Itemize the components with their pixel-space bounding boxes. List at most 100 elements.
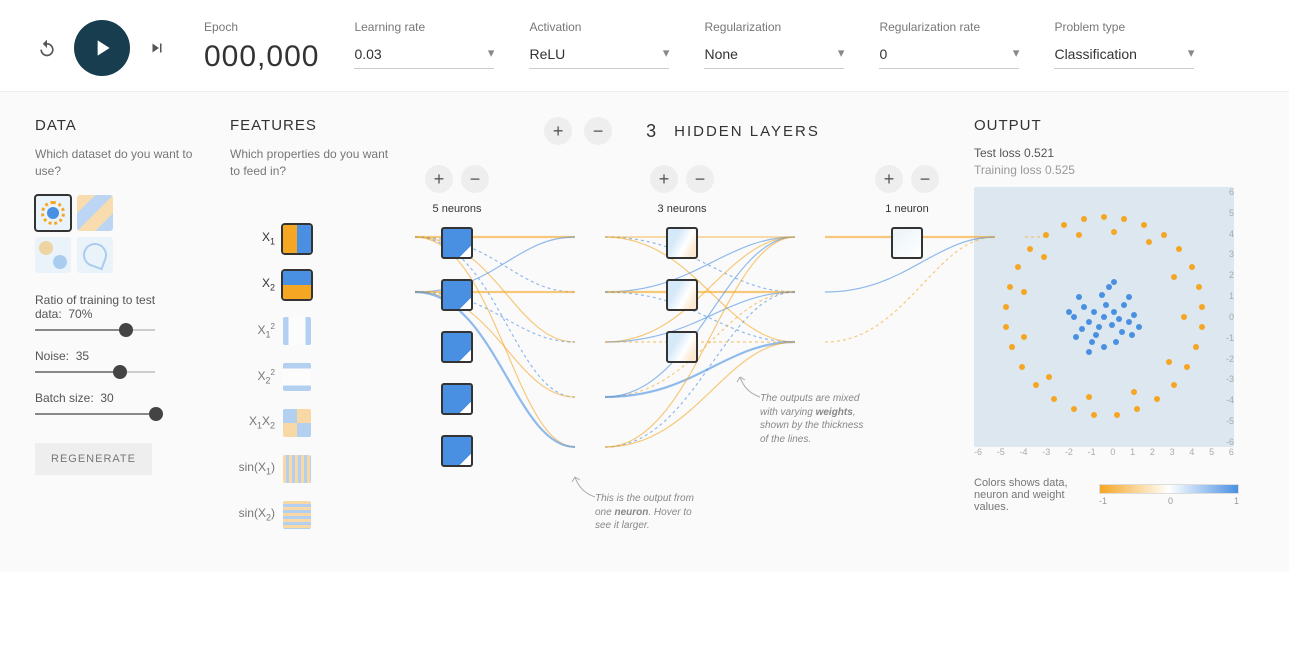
top-controls: Epoch 000,000 Learning rate 0.03 ▾ Activ…	[0, 0, 1289, 92]
activation-select[interactable]: ReLU ▾	[529, 40, 669, 69]
neuron[interactable]	[441, 435, 473, 467]
problem-type-select[interactable]: Classification ▾	[1054, 40, 1194, 69]
test-loss: Test loss 0.521	[974, 146, 1254, 160]
scatter-points	[974, 187, 1234, 447]
remove-neuron-button[interactable]: −	[911, 165, 939, 193]
legend-text: Colors shows data, neuron and weight val…	[974, 477, 1084, 513]
step-icon[interactable]	[145, 36, 169, 60]
feature-thumb-sinx2[interactable]	[283, 501, 311, 529]
add-neuron-button[interactable]: +	[650, 165, 678, 193]
feature-x1sq: X12	[230, 317, 390, 345]
regenerate-button[interactable]: REGENERATE	[35, 443, 152, 475]
ratio-label: Ratio of training to test data: 70%	[35, 293, 205, 321]
gradient-bar	[1099, 484, 1239, 494]
output-panel: OUTPUT Test loss 0.521 Training loss 0.5…	[974, 117, 1254, 547]
main-content: DATA Which dataset do you want to use? R…	[0, 92, 1289, 572]
batch-label: Batch size: 30	[35, 391, 205, 405]
feature-x2sq: X22	[230, 363, 390, 391]
reg-rate-select[interactable]: 0 ▾	[879, 40, 1019, 69]
epoch-label: Epoch	[204, 20, 319, 34]
slider-thumb[interactable]	[119, 323, 133, 337]
network-header: + − 3 HIDDEN LAYERS	[415, 117, 949, 145]
layer-1: + − 5 neurons	[425, 165, 489, 487]
network-panel: + − 3 HIDDEN LAYERS	[415, 117, 949, 547]
remove-neuron-button[interactable]: −	[461, 165, 489, 193]
batch-slider[interactable]	[35, 413, 155, 415]
learning-rate-select[interactable]: 0.03 ▾	[354, 40, 494, 69]
layer-3: + − 1 neuron	[875, 165, 939, 487]
train-loss: Training loss 0.525	[974, 163, 1254, 177]
remove-layer-button[interactable]: −	[584, 117, 612, 145]
epoch-display: Epoch 000,000	[204, 20, 319, 74]
neuron[interactable]	[666, 227, 698, 259]
feat-label: X12	[230, 322, 275, 339]
problem-type-control: Problem type Classification ▾	[1054, 20, 1194, 69]
add-neuron-button[interactable]: +	[425, 165, 453, 193]
reg-label: Regularization	[704, 20, 844, 34]
output-heatmap[interactable]: 6543210-1-2-3-4-5-6 -6-5-4-3-2-10123456	[974, 187, 1234, 447]
features-desc: Which properties do you want to feed in?	[230, 146, 390, 180]
add-neuron-button[interactable]: +	[875, 165, 903, 193]
neuron[interactable]	[441, 383, 473, 415]
neuron[interactable]	[891, 227, 923, 259]
add-layer-button[interactable]: +	[544, 117, 572, 145]
neuron[interactable]	[441, 331, 473, 363]
noise-label: Noise: 35	[35, 349, 205, 363]
neuron[interactable]	[666, 331, 698, 363]
slider-thumb[interactable]	[113, 365, 127, 379]
regularization-select[interactable]: None ▾	[704, 40, 844, 69]
play-button[interactable]	[74, 20, 130, 76]
reset-icon[interactable]	[35, 36, 59, 60]
dataset-xor[interactable]	[77, 195, 113, 231]
dataset-gaussian[interactable]	[35, 237, 71, 273]
feature-thumb-x2sq[interactable]	[283, 363, 311, 391]
ratio-slider[interactable]	[35, 329, 155, 331]
neuron[interactable]	[441, 279, 473, 311]
ratio-slider-group: Ratio of training to test data: 70%	[35, 293, 205, 331]
layer-2: + − 3 neurons	[650, 165, 714, 487]
playback-controls	[35, 20, 169, 76]
x-axis: -6-5-4-3-2-10123456	[974, 447, 1234, 457]
feature-thumb-x2[interactable]	[283, 271, 311, 299]
activation-label: Activation	[529, 20, 669, 34]
neuron-count: 5 neurons	[433, 203, 482, 215]
reg-rate-label: Regularization rate	[879, 20, 1019, 34]
features-panel: FEATURES Which properties do you want to…	[230, 117, 390, 547]
output-title: OUTPUT	[974, 117, 1254, 134]
epoch-value: 000,000	[204, 40, 319, 74]
feature-thumb-x1sq[interactable]	[283, 317, 311, 345]
feature-thumb-sinx1[interactable]	[283, 455, 311, 483]
activation-control: Activation ReLU ▾	[529, 20, 669, 69]
feature-thumb-x1[interactable]	[283, 225, 311, 253]
feat-label: X1X2	[230, 414, 275, 430]
feat-label: X1	[230, 230, 275, 246]
remove-neuron-button[interactable]: −	[686, 165, 714, 193]
neuron-count: 1 neuron	[885, 203, 928, 215]
callout-neuron: This is the output from one neuron. Hove…	[595, 492, 705, 533]
chevron-down-icon: ▾	[1188, 45, 1195, 61]
feature-thumb-x1x2[interactable]	[283, 409, 311, 437]
neuron[interactable]	[666, 279, 698, 311]
feat-label: X2	[230, 276, 275, 292]
noise-slider[interactable]	[35, 371, 155, 373]
features-title: FEATURES	[230, 117, 390, 134]
neuron-count: 3 neurons	[658, 203, 707, 215]
feature-sinx2: sin(X2)	[230, 501, 390, 529]
data-title: DATA	[35, 117, 205, 134]
chevron-down-icon: ▾	[838, 45, 845, 61]
hidden-layer-count: 3	[646, 121, 656, 142]
noise-slider-group: Noise: 35	[35, 349, 205, 373]
dataset-spiral[interactable]	[77, 237, 113, 273]
reg-rate-control: Regularization rate 0 ▾	[879, 20, 1019, 69]
chevron-down-icon: ▾	[1013, 45, 1020, 61]
chevron-down-icon: ▾	[663, 45, 670, 61]
dataset-grid	[35, 195, 205, 273]
color-legend: Colors shows data, neuron and weight val…	[974, 477, 1254, 513]
slider-thumb[interactable]	[149, 407, 163, 421]
callout-weights: The outputs are mixed with varying weigh…	[760, 392, 870, 446]
neuron[interactable]	[441, 227, 473, 259]
learning-rate-control: Learning rate 0.03 ▾	[354, 20, 494, 69]
dataset-circle[interactable]	[35, 195, 71, 231]
feature-sinx1: sin(X1)	[230, 455, 390, 483]
problem-label: Problem type	[1054, 20, 1194, 34]
